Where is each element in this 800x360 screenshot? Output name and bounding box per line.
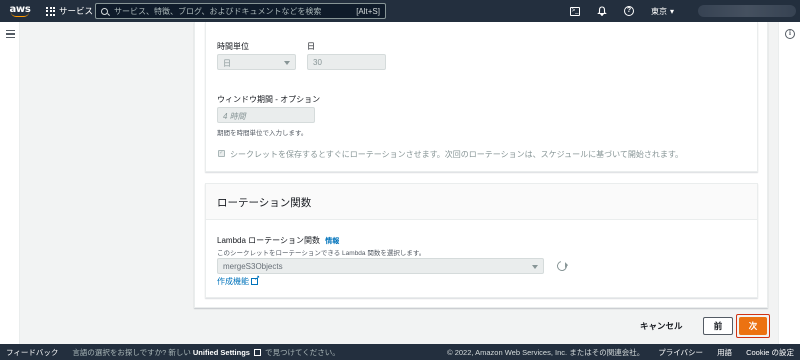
time-unit-value: 日 bbox=[223, 59, 231, 68]
cookie-settings-link[interactable]: Cookie の設定 bbox=[746, 347, 794, 358]
terms-link[interactable]: 用語 bbox=[717, 347, 732, 358]
search-placeholder: サービス、特徴、ブログ、およびドキュメントなどを検索 bbox=[114, 6, 322, 16]
aws-logo[interactable]: aws bbox=[2, 0, 38, 22]
console-footer: フィードバック 言語の選択をお探しですか? 新しい Unified Settin… bbox=[0, 344, 800, 360]
footer-right-links: © 2022, Amazon Web Services, Inc. またはその関… bbox=[447, 347, 794, 358]
rotation-function-title: ローテーション関数 bbox=[217, 197, 312, 209]
help-panel-strip: i bbox=[778, 22, 800, 344]
info-panel-icon[interactable]: i bbox=[785, 29, 795, 39]
window-value: 4 時間 bbox=[223, 112, 246, 121]
copyright-text: © 2022, Amazon Web Services, Inc. またはその関… bbox=[447, 347, 645, 357]
window-label: ウィンドウ期間 - オプション bbox=[217, 95, 321, 104]
unified-settings-icon bbox=[253, 348, 261, 356]
rotate-immediately-label: シークレットを保存するとすぐにローテーションさせます。次回のローテーションは、ス… bbox=[230, 150, 684, 159]
language-notice-suffix: で見つけてください。 bbox=[264, 347, 340, 357]
hamburger-menu-icon[interactable] bbox=[6, 30, 15, 40]
window-hint: 期間を時間単位で入力します。 bbox=[217, 130, 308, 137]
cloudshell-icon[interactable]: >_ bbox=[569, 6, 580, 16]
day-input[interactable]: 30 bbox=[307, 54, 386, 70]
cancel-button[interactable]: キャンセル bbox=[640, 320, 683, 332]
bell-icon[interactable] bbox=[597, 6, 607, 16]
feedback-link[interactable]: フィードバック bbox=[6, 347, 58, 358]
region-label: 東京 bbox=[650, 6, 667, 16]
side-navigation-toggle-strip bbox=[0, 22, 20, 344]
info-link[interactable]: 情報 bbox=[325, 238, 339, 245]
card-header: ローテーション関数 bbox=[206, 184, 757, 220]
account-menu[interactable] bbox=[698, 5, 796, 17]
time-unit-select[interactable]: 日 bbox=[217, 54, 296, 70]
privacy-link[interactable]: プライバシー bbox=[658, 347, 703, 358]
grid-icon bbox=[46, 6, 55, 16]
external-link-icon bbox=[251, 274, 260, 285]
time-unit-label: 時間単位 bbox=[217, 42, 249, 51]
day-label: 日 bbox=[307, 42, 315, 51]
search-icon bbox=[101, 7, 108, 15]
search-input[interactable]: サービス、特徴、ブログ、およびドキュメントなどを検索 [Alt+S] bbox=[95, 3, 386, 19]
next-button[interactable]: 次 bbox=[739, 317, 767, 335]
nav-right-group: >_ ? 東京 ▾ bbox=[569, 0, 800, 22]
window-input[interactable]: 4 時間 bbox=[217, 107, 315, 123]
previous-button[interactable]: 前 bbox=[703, 317, 733, 335]
lambda-function-select[interactable]: mergeS3Objects bbox=[217, 258, 544, 274]
lambda-label: Lambda ローテーション関数 情報 bbox=[217, 235, 339, 246]
search-shortcut: [Alt+S] bbox=[356, 6, 380, 16]
language-notice: 言語の選択をお探しですか? 新しい Unified Settings で見つけて… bbox=[72, 347, 339, 358]
caret-down-icon: ▾ bbox=[669, 6, 674, 16]
services-menu-button[interactable]: サービス bbox=[46, 5, 93, 17]
create-function-link[interactable]: 作成機能 bbox=[217, 274, 260, 287]
lambda-hint: このシークレットをローテーションできる Lambda 関数を選択します。 bbox=[217, 250, 426, 257]
top-navigation: aws サービス サービス、特徴、ブログ、およびドキュメントなどを検索 [Alt… bbox=[0, 0, 800, 22]
help-icon[interactable]: ? bbox=[623, 6, 634, 16]
unified-settings-link[interactable]: Unified Settings bbox=[193, 348, 250, 357]
lambda-label-text: Lambda ローテーション関数 bbox=[217, 236, 320, 245]
services-label: サービス bbox=[59, 6, 94, 16]
rotate-immediately-checkbox[interactable]: ✓ bbox=[218, 150, 225, 157]
day-value: 30 bbox=[313, 58, 322, 67]
lambda-function-value: mergeS3Objects bbox=[223, 262, 283, 271]
caret-down-icon bbox=[284, 61, 290, 65]
aws-smile-icon bbox=[11, 12, 29, 17]
language-notice-prefix: 言語の選択をお探しですか? 新しい bbox=[72, 347, 191, 357]
create-function-label: 作成機能 bbox=[217, 277, 249, 286]
region-selector[interactable]: 東京 ▾ bbox=[651, 6, 674, 17]
caret-down-icon bbox=[532, 265, 538, 269]
